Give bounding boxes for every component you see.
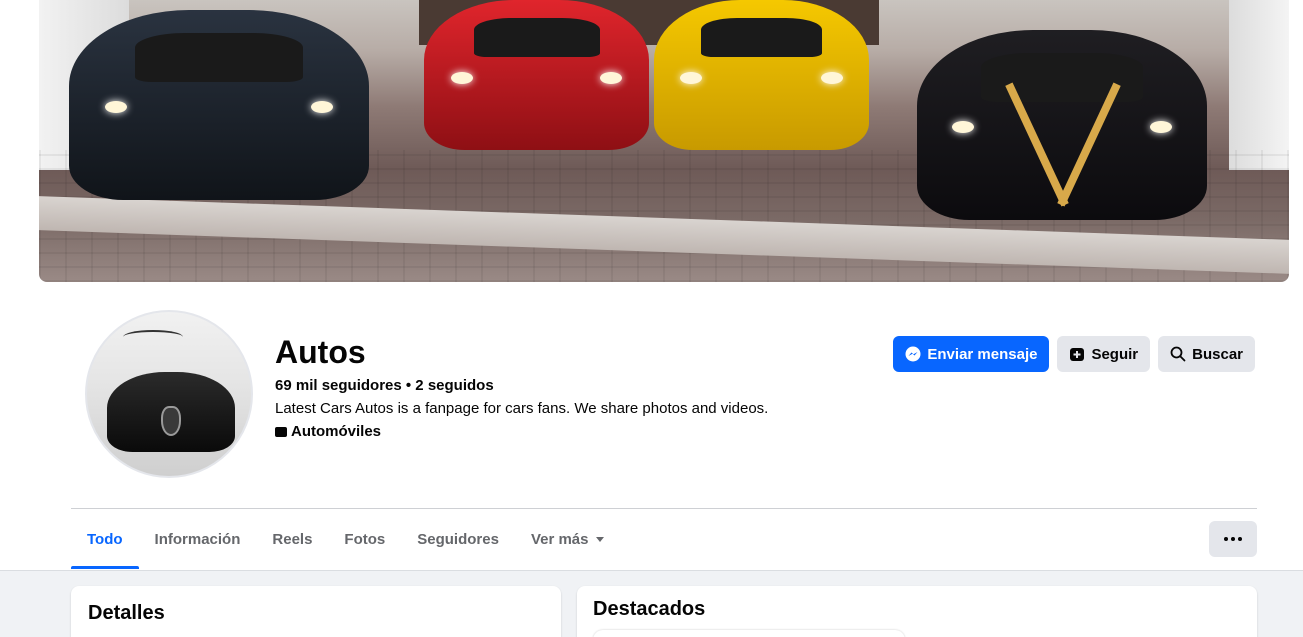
ellipsis-icon [1224, 537, 1228, 541]
feed-area: Detalles Destacados [0, 570, 1303, 637]
cover-car-black-gold [917, 30, 1207, 220]
send-message-label: Enviar mensaje [927, 345, 1038, 363]
cover-photo[interactable] [39, 0, 1289, 282]
page-category: Automóviles [275, 423, 381, 440]
featured-item[interactable] [593, 630, 905, 637]
featured-title: Destacados [593, 598, 706, 620]
messenger-icon [905, 346, 921, 362]
tab-informacion[interactable]: Información [139, 509, 257, 569]
follow-button[interactable]: Seguir [1057, 336, 1151, 372]
cover-garage-wall-right [1229, 0, 1289, 170]
tab-ver-mas[interactable]: Ver más [515, 509, 621, 569]
featured-card: Destacados [577, 586, 1257, 637]
search-button[interactable]: Buscar [1158, 336, 1255, 372]
page-bio: Latest Cars Autos is a fanpage for cars … [275, 400, 769, 417]
search-label: Buscar [1192, 345, 1243, 363]
page-category-label: Automóviles [291, 423, 382, 440]
tab-label: Ver más [530, 530, 589, 548]
tab-label: Información [154, 530, 241, 548]
profile-tabs: Todo Información Reels Fotos Seguidores … [71, 509, 620, 569]
send-message-button[interactable]: Enviar mensaje [893, 336, 1050, 372]
tab-label: Todo [87, 530, 123, 548]
follow-label: Seguir [1091, 345, 1139, 363]
category-icon [275, 426, 287, 437]
followers-count[interactable]: 69 mil seguidores • 2 seguidos [275, 377, 494, 394]
details-title: Detalles [88, 602, 165, 624]
tab-fotos[interactable]: Fotos [328, 509, 401, 569]
profile-avatar[interactable] [85, 310, 253, 478]
more-options-button[interactable] [1209, 521, 1257, 557]
cover-car-red [424, 0, 649, 150]
avatar-wall-sign [123, 330, 183, 344]
page-title: Autos [275, 334, 366, 370]
cover-car-blue [69, 10, 369, 200]
search-icon [1170, 346, 1186, 362]
cover-car-yellow [654, 0, 869, 150]
tab-seguidores[interactable]: Seguidores [401, 509, 515, 569]
tab-reels[interactable]: Reels [256, 509, 328, 569]
follow-icon [1070, 348, 1085, 361]
tab-label: Reels [272, 530, 313, 548]
tab-todo[interactable]: Todo [71, 509, 139, 569]
tab-label: Seguidores [417, 530, 499, 548]
details-card: Detalles [71, 586, 561, 637]
caret-down-icon [596, 536, 605, 542]
profile-actions: Enviar mensaje Seguir Buscar [893, 336, 1255, 372]
avatar-car [107, 372, 235, 452]
tab-label: Fotos [344, 530, 386, 548]
